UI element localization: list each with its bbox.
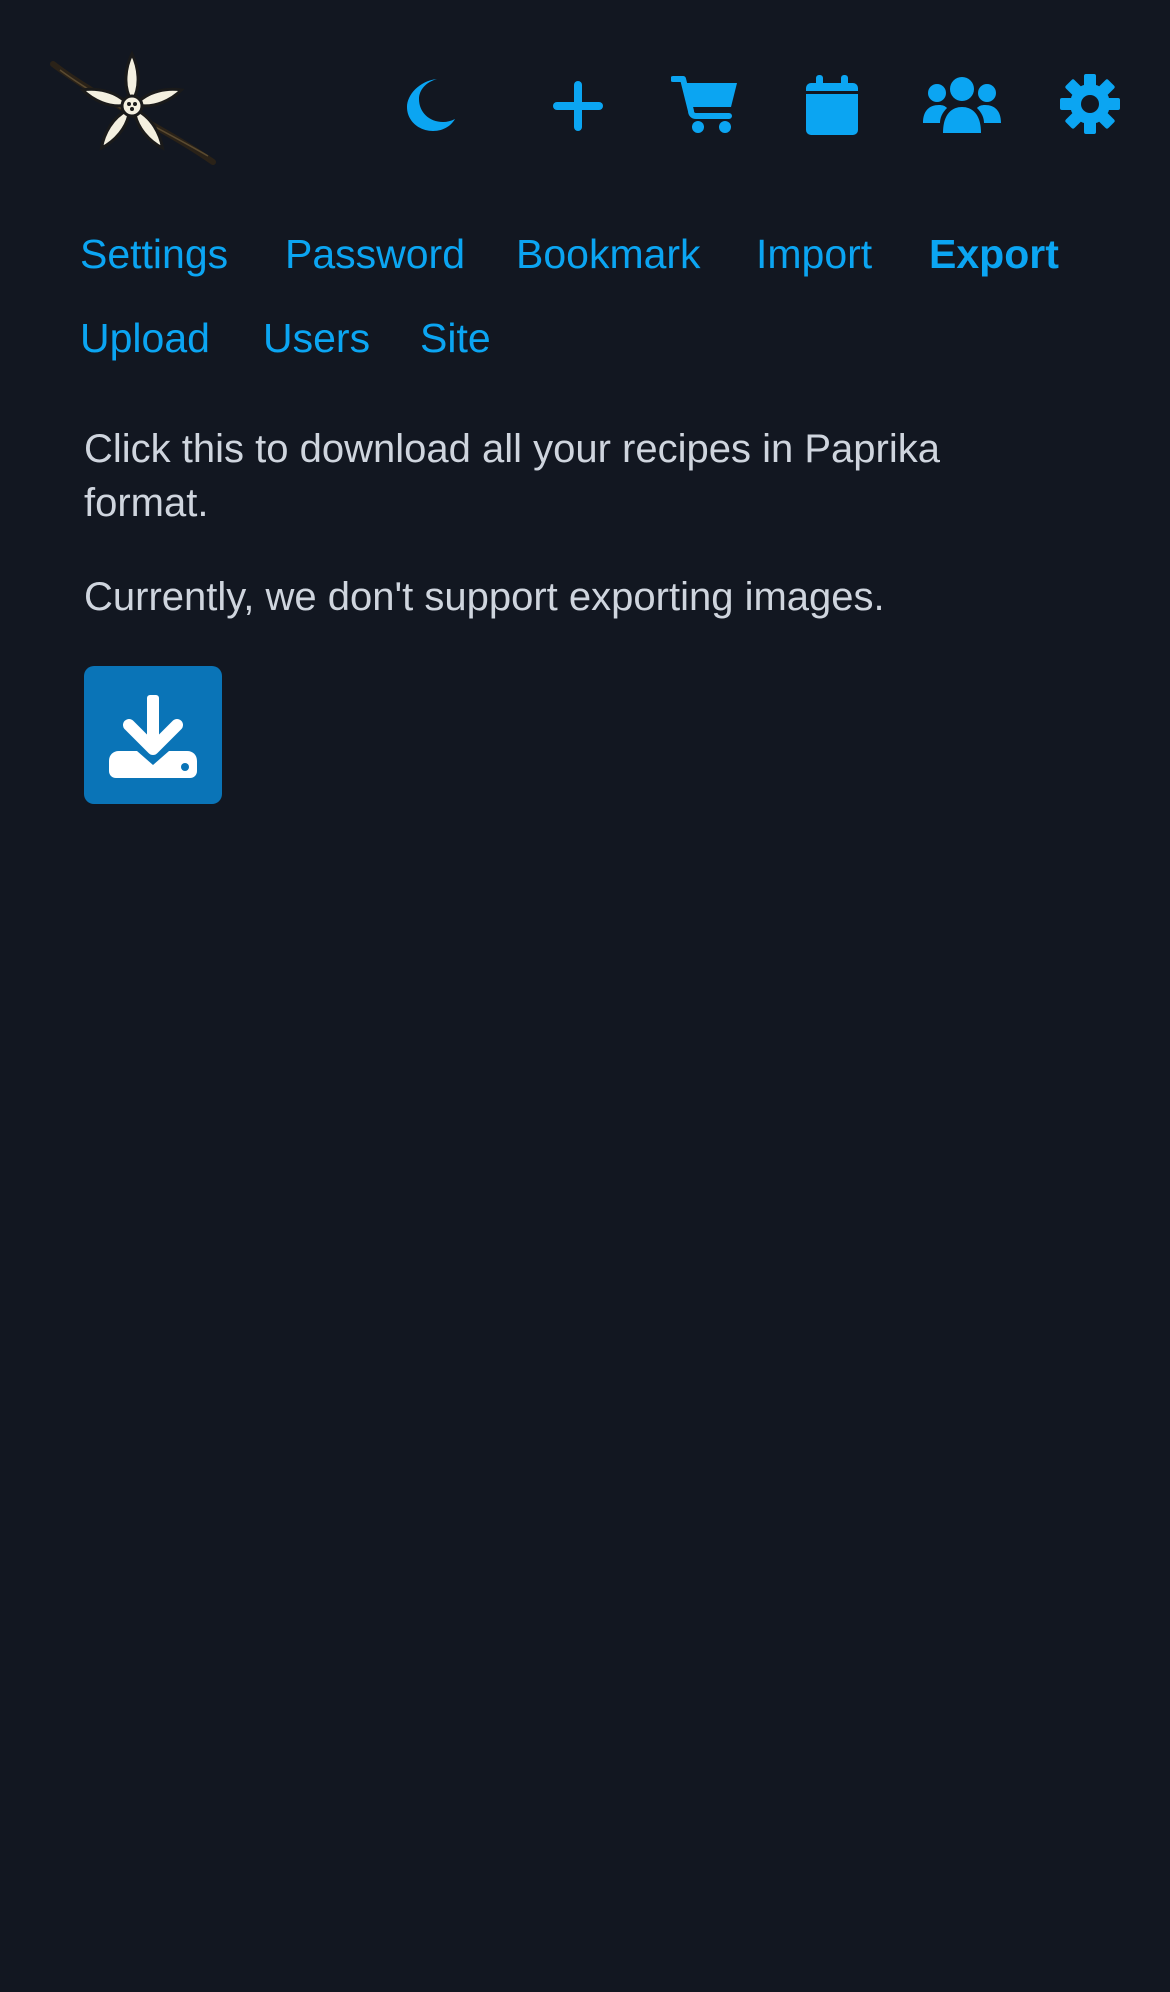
export-note: Currently, we don't support exporting im… bbox=[84, 575, 885, 619]
tab-site[interactable]: Site bbox=[420, 314, 491, 362]
tab-export[interactable]: Export bbox=[929, 230, 1059, 278]
gear-icon[interactable] bbox=[1058, 72, 1122, 136]
calendar-icon[interactable] bbox=[802, 72, 862, 138]
export-description: Click this to download all your recipes … bbox=[84, 427, 940, 525]
users-icon[interactable] bbox=[922, 72, 1002, 136]
tab-import[interactable]: Import bbox=[756, 230, 872, 278]
tab-bookmark[interactable]: Bookmark bbox=[516, 230, 701, 278]
download-icon bbox=[109, 695, 197, 778]
tab-users[interactable]: Users bbox=[263, 314, 370, 362]
page: Settings Password Bookmark Import Export… bbox=[0, 0, 1170, 1992]
moon-icon[interactable] bbox=[400, 72, 460, 136]
tab-password[interactable]: Password bbox=[285, 230, 465, 278]
tab-upload[interactable]: Upload bbox=[80, 314, 210, 362]
download-button[interactable] bbox=[84, 666, 222, 804]
cart-icon[interactable] bbox=[670, 72, 740, 136]
tab-settings[interactable]: Settings bbox=[80, 230, 228, 278]
flower-logo[interactable] bbox=[48, 44, 218, 169]
plus-icon[interactable] bbox=[548, 78, 608, 134]
